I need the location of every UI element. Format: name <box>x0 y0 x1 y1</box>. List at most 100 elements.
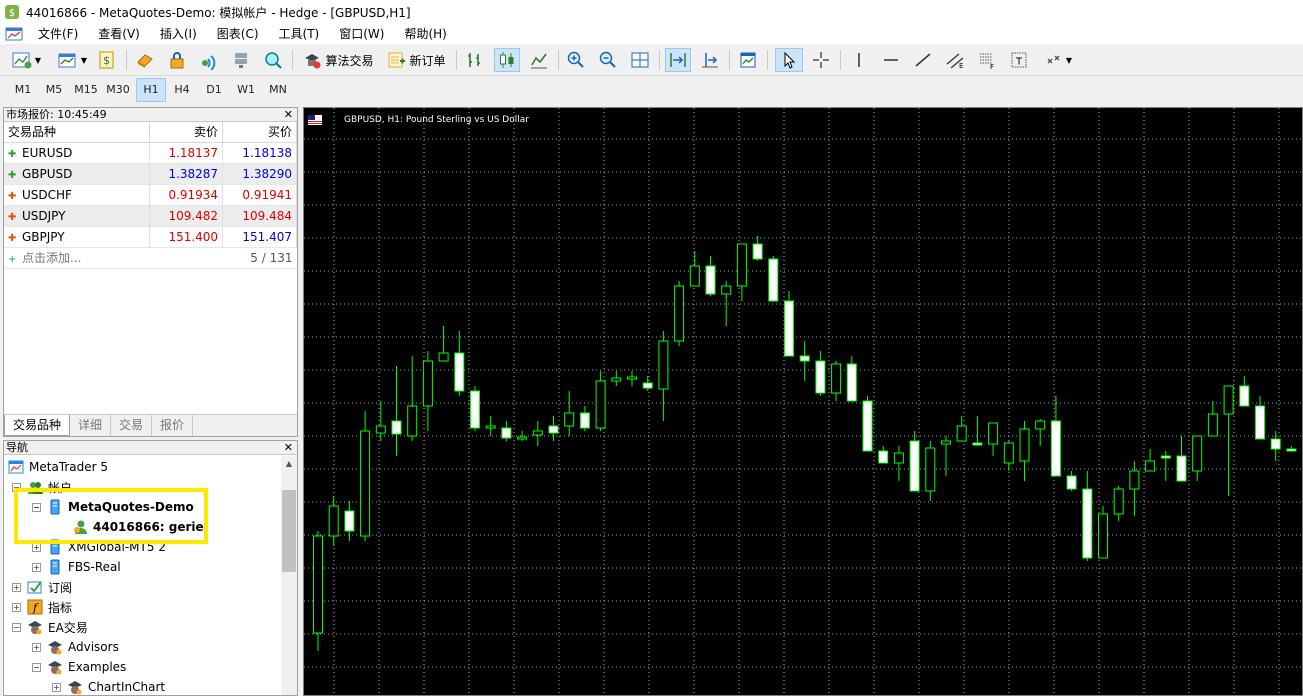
menu-window[interactable]: 窗口(W) <box>329 24 394 44</box>
bar-chart-button[interactable] <box>462 48 488 72</box>
tree-item-server-fbs-real[interactable]: + FBS-Real <box>32 557 121 577</box>
bid-price: 0.91934 <box>149 184 224 206</box>
tree-item-subscriptions[interactable]: + 订阅 <box>12 577 72 597</box>
chart-window[interactable]: GBPUSD, H1: Pound Sterling vs US Dollar <box>303 107 1303 696</box>
scrollbar-thumb[interactable] <box>282 490 296 572</box>
menu-view[interactable]: 查看(V) <box>88 24 150 44</box>
strategy-tester-button[interactable] <box>260 48 286 72</box>
navigator-button[interactable] <box>164 48 190 72</box>
algo-trading-label: 算法交易 <box>325 53 374 68</box>
crosshair-button[interactable] <box>808 48 834 72</box>
candle-body <box>1113 488 1124 515</box>
collapse-icon[interactable]: − <box>12 622 21 632</box>
navigator-scrollbar[interactable]: ▲ <box>281 456 297 695</box>
menu-charts[interactable]: 图表(C) <box>207 24 269 44</box>
cursor-button[interactable] <box>775 48 803 72</box>
menu-help[interactable]: 帮助(H) <box>394 24 456 44</box>
tab-symbols[interactable]: 交易品种 <box>4 415 71 436</box>
candlestick-chart-button[interactable] <box>494 48 520 72</box>
price-chart[interactable] <box>304 108 1302 695</box>
timeframe-w1-button[interactable]: W1 <box>231 78 261 102</box>
table-row[interactable]: ✚ GBPJPY 151.400 151.407 <box>4 226 297 248</box>
timeframe-m15-button[interactable]: M15 <box>71 78 101 102</box>
menu-tools[interactable]: 工具(T) <box>269 24 330 44</box>
close-icon[interactable]: ✕ <box>284 441 293 455</box>
data-window-button[interactable] <box>132 48 158 72</box>
algo-trading-button[interactable]: 算法交易 <box>298 48 378 72</box>
tab-ticks[interactable]: 报价 <box>152 415 194 436</box>
channel-icon: E <box>946 53 963 70</box>
timeframe-d1-button[interactable]: D1 <box>199 78 229 102</box>
equidistant-channel-button[interactable]: E <box>942 48 968 72</box>
tab-details[interactable]: 详细 <box>70 415 112 436</box>
tree-item-examples-folder[interactable]: − Examples <box>32 657 126 677</box>
table-row[interactable]: ✚ EURUSD 1.18137 1.18138 <box>4 142 297 164</box>
scroll-up-arrow-icon[interactable]: ▲ <box>281 456 297 472</box>
close-icon[interactable]: ✕ <box>284 108 293 122</box>
expand-icon[interactable]: + <box>12 602 21 612</box>
column-header-symbol[interactable]: 交易品种 <box>4 122 151 143</box>
table-row[interactable]: ✚ USDCHF 0.91934 0.91941 <box>4 184 297 206</box>
symbol-count: 5 / 131 <box>222 247 297 269</box>
tree-item-indicators[interactable]: + f 指标 <box>12 597 72 617</box>
expand-icon[interactable]: + <box>12 582 21 592</box>
add-symbol-row[interactable]: + 点击添加... 5 / 131 <box>4 247 297 269</box>
table-row[interactable]: ✚ GBPUSD 1.38287 1.38290 <box>4 163 297 185</box>
tree-item-metatrader5[interactable]: MetaTrader 5 <box>8 457 108 477</box>
trend-line-button[interactable] <box>910 48 936 72</box>
new-order-button[interactable]: 新订单 <box>382 48 450 72</box>
timeframe-h4-button[interactable]: H4 <box>167 78 197 102</box>
profiles-button[interactable]: ▼ <box>52 48 92 72</box>
column-header-bid[interactable]: 卖价 <box>149 122 224 143</box>
menu-file[interactable]: 文件(F) <box>28 24 88 44</box>
candle-body <box>517 436 528 440</box>
tree-item-chartinchart[interactable]: + ChartInChart <box>52 677 165 695</box>
column-header-ask[interactable]: 买价 <box>222 122 297 143</box>
templates-button[interactable] <box>735 48 761 72</box>
tab-trading[interactable]: 交易 <box>111 415 153 436</box>
menu-insert[interactable]: 插入(I) <box>150 24 207 44</box>
tree-item-advisors-folder[interactable]: + Advisors <box>32 637 119 657</box>
zoom-out-button[interactable] <box>595 48 621 72</box>
chart-document-icon[interactable] <box>4 26 24 42</box>
vertical-line-button[interactable] <box>846 48 872 72</box>
candle-body <box>752 243 763 260</box>
zoom-in-button[interactable] <box>563 48 589 72</box>
expand-icon[interactable]: + <box>32 642 41 652</box>
toolbar-separator <box>292 50 293 70</box>
timeframe-m1-button[interactable]: M1 <box>8 78 38 102</box>
candle-body <box>909 440 920 492</box>
text-tool-icon: T <box>1011 52 1027 68</box>
candle-body <box>736 243 747 287</box>
candle-body <box>674 285 685 342</box>
zoom-out-icon <box>599 51 616 68</box>
market-watch-toggle-button[interactable]: $ <box>94 48 120 72</box>
signals-button[interactable] <box>196 48 222 72</box>
horizontal-line-button[interactable] <box>878 48 904 72</box>
table-row[interactable]: ✚ USDJPY 109.482 109.484 <box>4 205 297 227</box>
tile-windows-button[interactable] <box>627 48 653 72</box>
expand-icon[interactable]: + <box>52 682 61 692</box>
line-chart-button[interactable] <box>526 48 552 72</box>
candle-body <box>1129 470 1140 490</box>
shapes-button[interactable]: ▼ <box>1038 48 1078 72</box>
navigator-title: 导航 <box>6 441 28 454</box>
price-down-arrow-icon: ✚ <box>8 232 17 244</box>
expand-icon[interactable]: + <box>32 562 41 572</box>
new-chart-button[interactable]: ▼ <box>6 48 46 72</box>
collapse-icon[interactable]: − <box>32 662 41 672</box>
autoscroll-button[interactable] <box>665 48 691 72</box>
timeframe-mn-button[interactable]: MN <box>263 78 293 102</box>
candle-body <box>595 380 606 429</box>
timeframe-h1-button[interactable]: H1 <box>136 78 166 102</box>
timeframe-m5-button[interactable]: M5 <box>39 78 69 102</box>
fibonacci-button[interactable]: F <box>974 48 1000 72</box>
vps-button[interactable] <box>228 48 254 72</box>
timeframe-m30-button[interactable]: M30 <box>103 78 133 102</box>
candle-body <box>422 360 433 407</box>
tree-item-expert-advisors[interactable]: − EA交易 <box>12 617 88 637</box>
market-watch-panel: 市场报价: 10:45:49 ✕ 交易品种 卖价 买价 ✚ EURUSD 1.18… <box>3 107 298 437</box>
text-button[interactable]: T <box>1006 48 1032 72</box>
chart-shift-button[interactable] <box>697 48 723 72</box>
ask-price: 1.38290 <box>222 163 297 185</box>
